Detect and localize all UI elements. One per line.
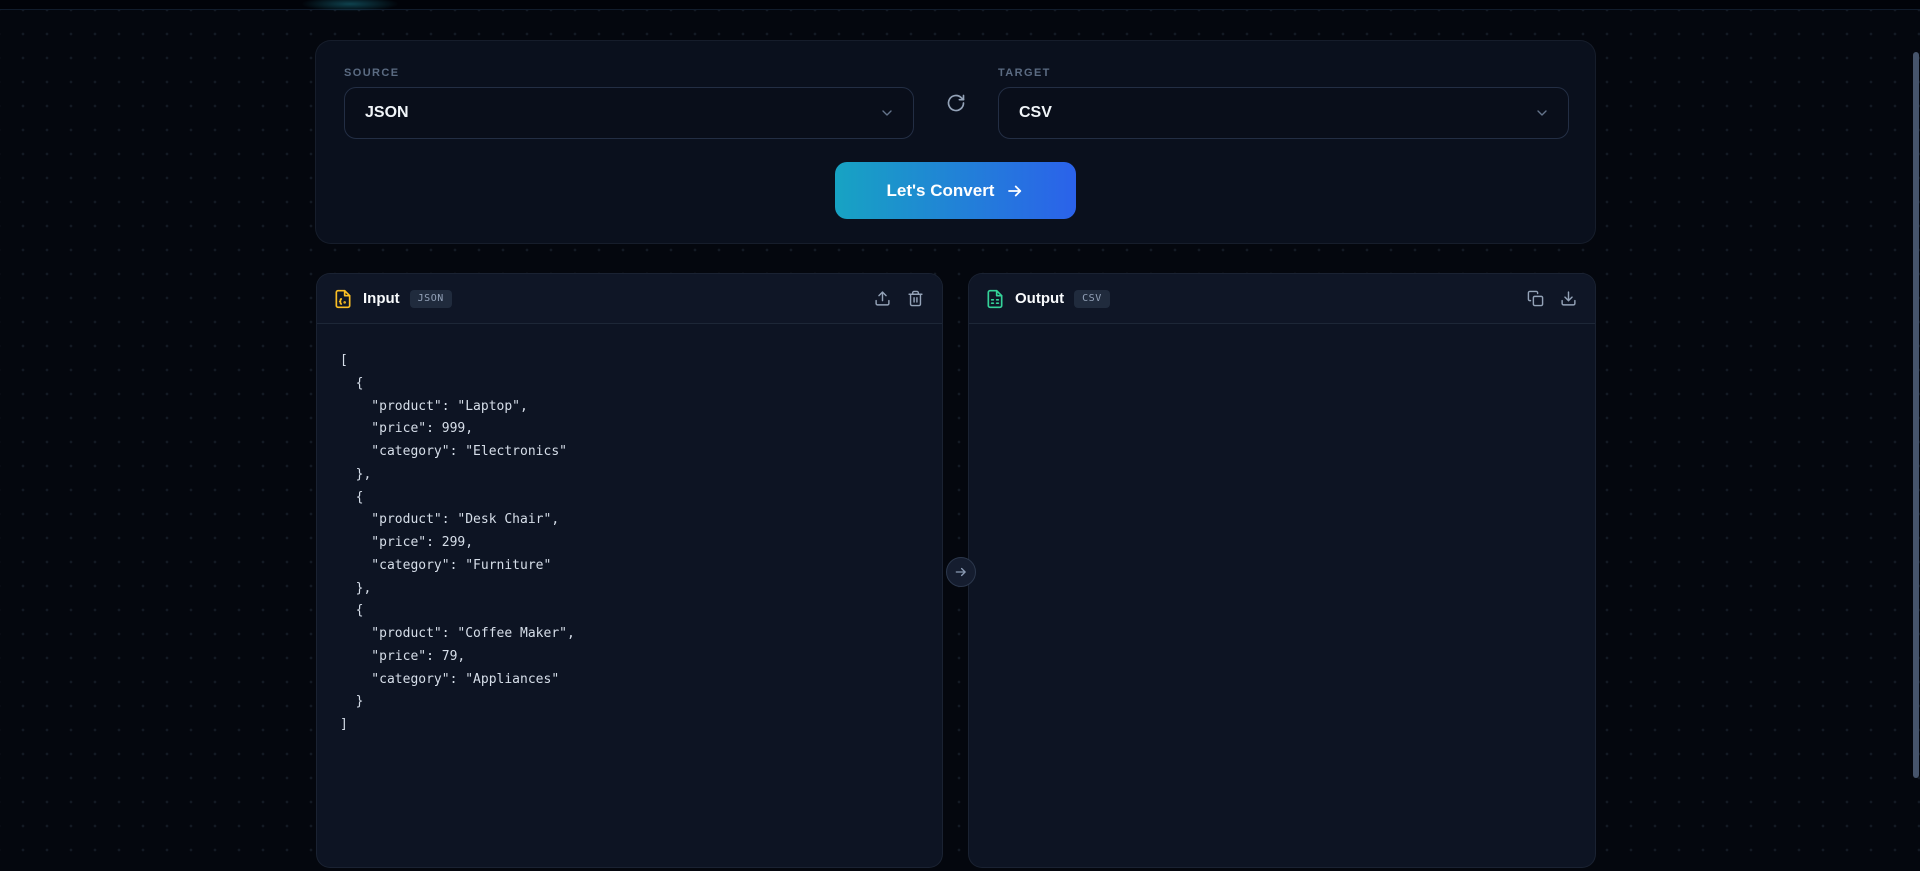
top-bar-glow	[285, 0, 415, 14]
copy-output-button[interactable]	[1523, 286, 1548, 311]
rotate-cw-icon	[946, 93, 966, 113]
download-icon	[1560, 290, 1577, 307]
output-panel: Output CSV	[968, 273, 1596, 868]
input-panel: Input JSON [ { "product": "Laptop", "pri…	[316, 273, 943, 868]
chevron-down-icon	[879, 105, 895, 121]
arrow-right-icon	[1006, 182, 1024, 200]
clear-input-button[interactable]	[903, 286, 928, 311]
convert-button-label: Let's Convert	[886, 180, 995, 200]
top-bar	[0, 0, 1920, 14]
input-code-editor[interactable]: [ { "product": "Laptop", "price": 999, "…	[317, 324, 942, 757]
converter-app: SOURCE JSON TARGET CSV Let's Convert Inp…	[0, 0, 1920, 871]
target-format-value: CSV	[1019, 104, 1052, 121]
converter-card: SOURCE JSON TARGET CSV Let's Convert	[315, 40, 1596, 244]
output-panel-actions	[1523, 286, 1581, 311]
source-format-value: JSON	[365, 104, 409, 121]
flow-direction-button[interactable]	[946, 557, 976, 587]
target-format-select[interactable]: CSV	[998, 87, 1569, 139]
arrow-right-icon	[954, 565, 968, 579]
scrollbar-thumb[interactable]	[1913, 52, 1919, 778]
output-panel-header: Output CSV	[969, 274, 1595, 324]
convert-button[interactable]: Let's Convert	[835, 162, 1076, 219]
input-format-badge: JSON	[409, 289, 452, 308]
upload-file-button[interactable]	[870, 286, 895, 311]
target-label: TARGET	[998, 67, 1051, 79]
source-format-select[interactable]: JSON	[344, 87, 914, 139]
convert-row: Let's Convert	[344, 162, 1567, 219]
swap-formats-button[interactable]	[942, 89, 970, 117]
file-spreadsheet-icon	[985, 289, 1005, 309]
upload-icon	[874, 290, 891, 307]
input-panel-title: Input	[363, 290, 400, 307]
source-label: SOURCE	[344, 67, 400, 79]
input-panel-actions	[870, 286, 928, 311]
swap-cell	[914, 67, 998, 139]
copy-icon	[1527, 290, 1544, 307]
target-format-group: TARGET CSV	[998, 67, 1569, 139]
chevron-down-icon	[1534, 105, 1550, 121]
trash-icon	[907, 290, 924, 307]
source-format-group: SOURCE JSON	[344, 67, 914, 139]
download-output-button[interactable]	[1556, 286, 1581, 311]
output-panel-title: Output	[1015, 290, 1065, 307]
file-json-icon	[333, 289, 353, 309]
output-content-area	[969, 324, 1595, 370]
output-format-badge: CSV	[1074, 289, 1110, 308]
input-panel-header: Input JSON	[317, 274, 942, 324]
format-selects-row: SOURCE JSON TARGET CSV	[344, 67, 1569, 139]
